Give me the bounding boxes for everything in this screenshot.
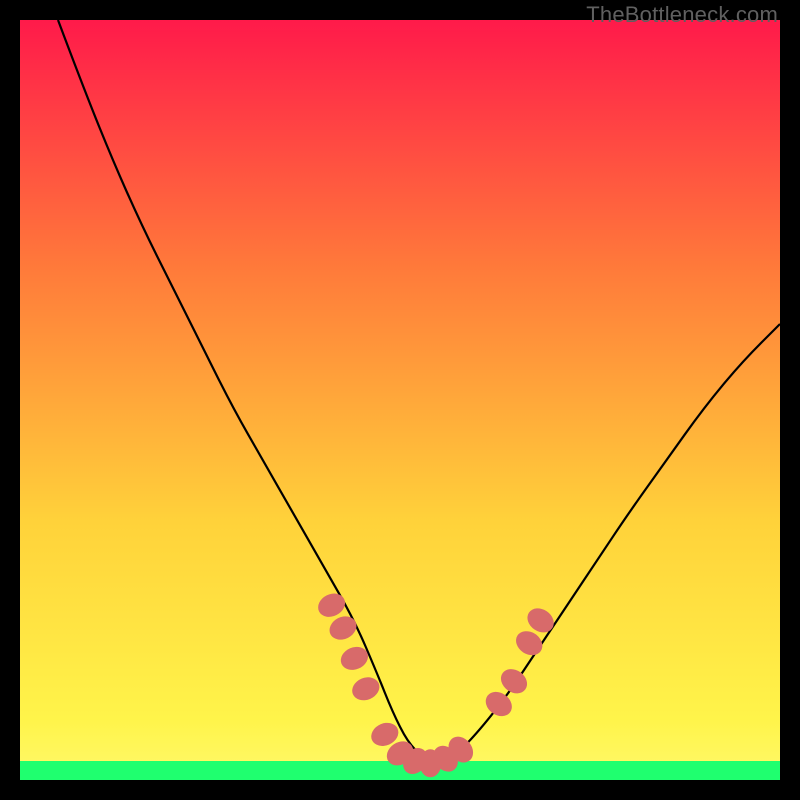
gradient-background [20,20,780,780]
watermark-text: TheBottleneck.com [586,2,778,28]
bottleneck-chart [20,20,780,780]
chart-frame [20,20,780,780]
